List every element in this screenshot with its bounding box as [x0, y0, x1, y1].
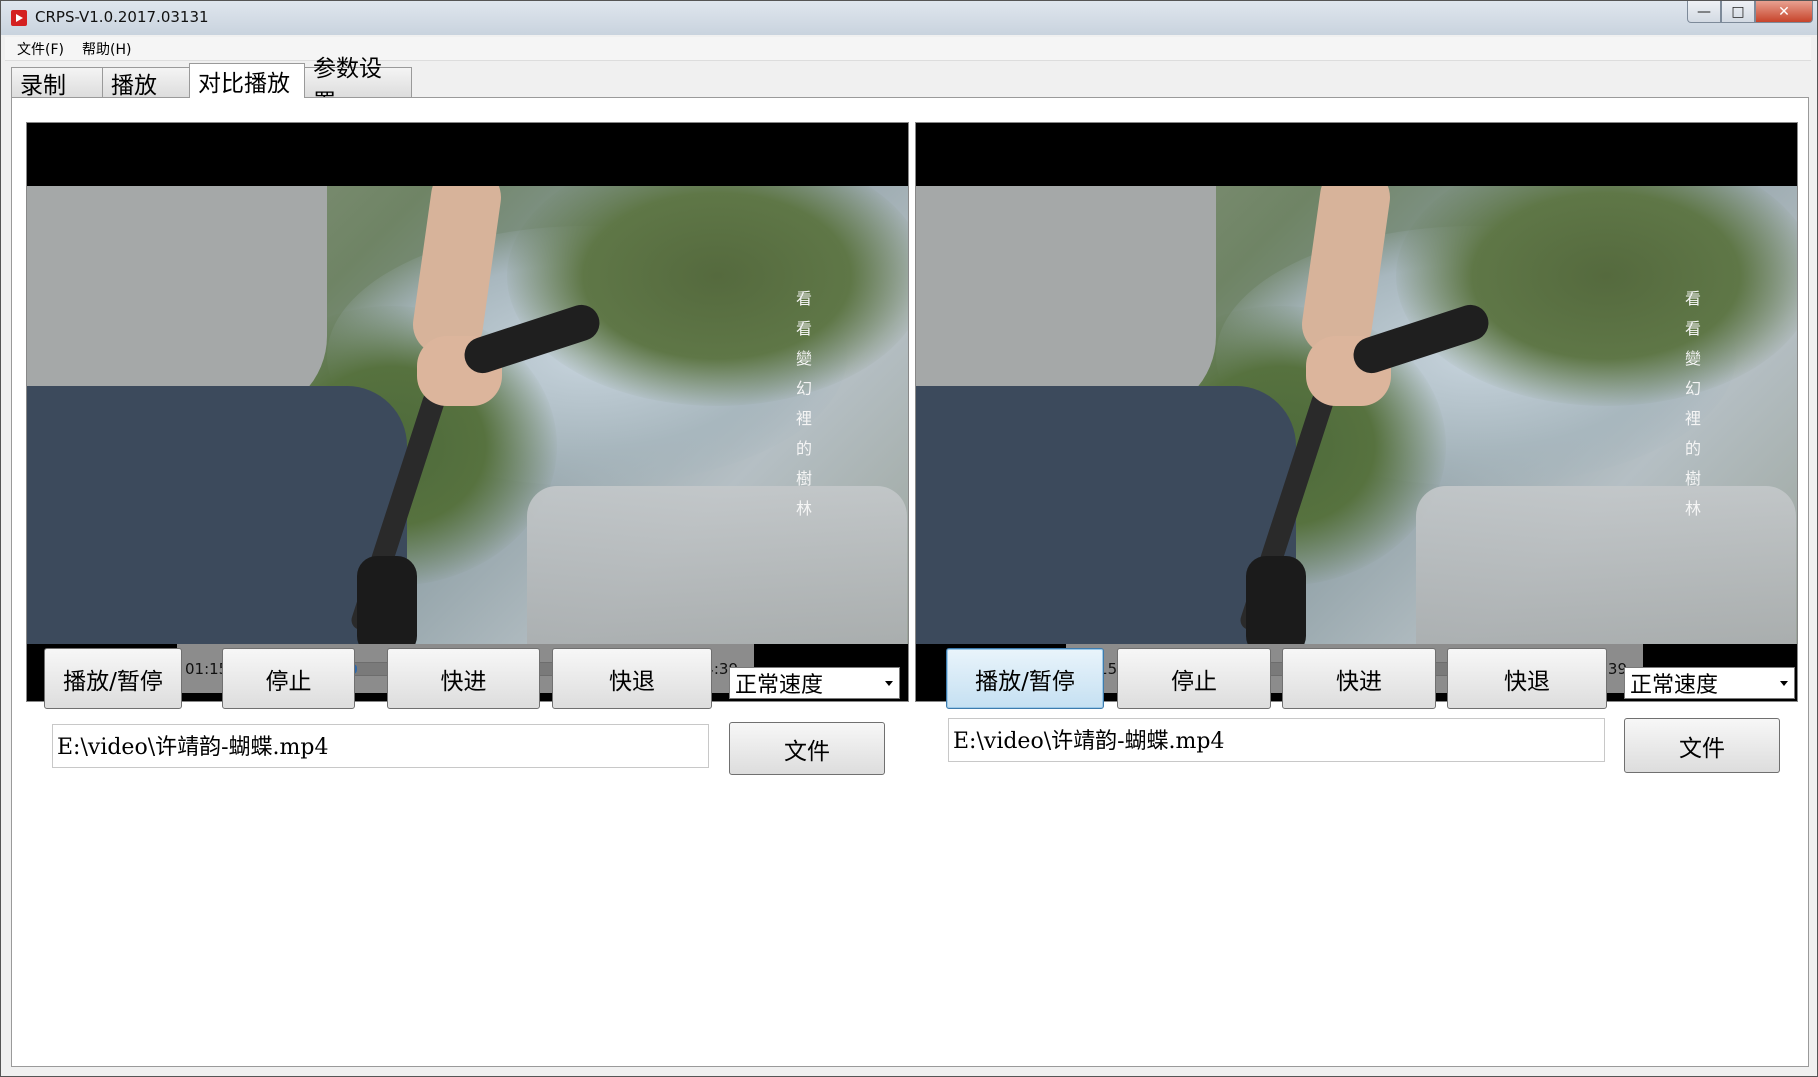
lyric-char: 變: [1684, 349, 1701, 368]
lyric-char: 的: [795, 439, 812, 458]
chevron-down-icon: [1780, 681, 1788, 686]
lyric-char: 看: [1684, 289, 1701, 308]
lyric-char: 裡: [1684, 409, 1701, 428]
right-rewind-button[interactable]: 快退: [1447, 648, 1607, 709]
lyric-overlay: 看 看 變 幻 裡 的 樹 林: [1681, 284, 1705, 524]
tab-record[interactable]: 录制: [11, 67, 103, 99]
left-file-path-input[interactable]: E:\video\许靖韵-蝴蝶.mp4: [52, 724, 709, 768]
lyric-char: 樹: [1684, 469, 1701, 488]
tab-settings[interactable]: 参数设置: [304, 56, 412, 116]
lyric-char: 看: [795, 289, 812, 308]
left-stop-button[interactable]: 停止: [222, 648, 355, 709]
right-speed-select[interactable]: 正常速度: [1624, 667, 1795, 699]
lyric-char: 樹: [795, 469, 812, 488]
compare-play-panel: 看 看 變 幻 裡 的 樹 林 01:15 04:39 播放/暂停 停止 快进 …: [11, 97, 1809, 1067]
left-video-player[interactable]: 看 看 變 幻 裡 的 樹 林 01:15 04:39: [26, 122, 909, 702]
lyric-char: 幻: [795, 379, 812, 398]
right-stop-button[interactable]: 停止: [1117, 648, 1271, 709]
window-controls: — □ ✕: [1687, 1, 1813, 23]
lyric-overlay: 看 看 變 幻 裡 的 樹 林: [792, 284, 816, 524]
menu-bar: 文件(F) 帮助(H): [5, 37, 1811, 61]
tab-strip: 录制 播放 对比播放 参数设置: [11, 56, 412, 116]
maximize-button[interactable]: □: [1721, 1, 1755, 23]
chevron-down-icon: [885, 681, 893, 686]
speed-value: 正常速度: [735, 673, 824, 698]
right-forward-button[interactable]: 快进: [1282, 648, 1436, 709]
menu-help[interactable]: 帮助(H): [82, 39, 131, 59]
window-title: CRPS-V1.0.2017.03131: [35, 8, 209, 26]
lyric-char: 的: [1684, 439, 1701, 458]
title-bar: CRPS-V1.0.2017.03131 — □ ✕: [1, 1, 1817, 35]
lyric-char: 看: [795, 319, 812, 338]
left-play-pause-button[interactable]: 播放/暂停: [44, 648, 182, 709]
tab-compare-play[interactable]: 对比播放: [189, 63, 305, 98]
lyric-char: 變: [795, 349, 812, 368]
lyric-char: 林: [795, 499, 812, 518]
video-frame: 看 看 變 幻 裡 的 樹 林: [916, 186, 1797, 644]
right-play-pause-button[interactable]: 播放/暂停: [946, 648, 1104, 709]
left-rewind-button[interactable]: 快退: [552, 648, 712, 709]
left-forward-button[interactable]: 快进: [387, 648, 540, 709]
right-video-player[interactable]: 看 看 變 幻 裡 的 樹 林 01:15 04:39: [915, 122, 1798, 702]
minimize-button[interactable]: —: [1687, 1, 1721, 23]
close-button[interactable]: ✕: [1755, 1, 1813, 23]
lyric-char: 看: [1684, 319, 1701, 338]
speed-value: 正常速度: [1630, 673, 1719, 698]
app-window: CRPS-V1.0.2017.03131 — □ ✕ 文件(F) 帮助(H) 录…: [0, 0, 1818, 1077]
right-file-path-input[interactable]: E:\video\许靖韵-蝴蝶.mp4: [948, 718, 1605, 762]
right-file-button[interactable]: 文件: [1624, 718, 1780, 773]
left-speed-select[interactable]: 正常速度: [729, 667, 900, 699]
lyric-char: 裡: [795, 409, 812, 428]
lyric-char: 林: [1684, 499, 1701, 518]
tab-play[interactable]: 播放: [102, 67, 190, 99]
lyric-char: 幻: [1684, 379, 1701, 398]
video-frame: 看 看 變 幻 裡 的 樹 林: [27, 186, 908, 644]
left-file-button[interactable]: 文件: [729, 722, 885, 775]
app-icon: [11, 10, 27, 26]
menu-file[interactable]: 文件(F): [17, 39, 64, 59]
